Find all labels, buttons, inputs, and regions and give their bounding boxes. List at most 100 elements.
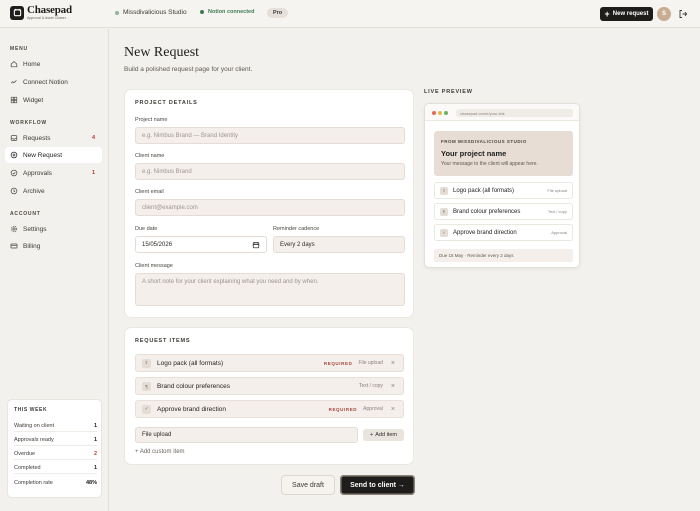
send-to-client-button[interactable]: Send to client → [340, 475, 415, 495]
request-items-card: REQUEST ITEMS ⇪ Logo pack (all formats) … [124, 327, 414, 465]
window-minimize-dot [438, 111, 442, 115]
grid-icon [10, 96, 18, 104]
plus-icon: + [604, 8, 610, 19]
remove-item-icon[interactable]: × [391, 406, 395, 413]
client-name-input[interactable]: e.g. Nimbus Brand [135, 163, 405, 180]
sidebar-item-label: Billing [23, 242, 41, 250]
stat-row: Waiting on client 1 [14, 421, 97, 432]
preview-item: ✓ Approve brand direction Approval [434, 224, 573, 241]
reminder-cadence-select[interactable]: Every 2 days [273, 236, 405, 253]
stat-row: Overdue 2 [14, 449, 97, 460]
add-custom-item-link[interactable]: + Add custom item [135, 449, 185, 455]
preview-message: Your message to the client will appear h… [441, 161, 538, 167]
preview-hero: FROM MISSDIVALICIOUS STUDIO Your project… [434, 131, 573, 176]
due-date-label: Due date [135, 226, 158, 232]
sidebar-item-requests[interactable]: Requests 4 [5, 130, 102, 146]
preview-item-name: Logo pack (all formats) [453, 187, 515, 194]
upload-icon: ⇪ [440, 186, 448, 195]
check-icon: ✓ [440, 228, 448, 237]
sidebar-item-connect-notion[interactable]: Connect Notion [5, 74, 102, 90]
studio-name: Missdivalicious Studio [123, 9, 187, 16]
clock-icon [10, 187, 18, 195]
card-title: REQUEST ITEMS [135, 338, 191, 344]
stat-label: Completed [14, 465, 41, 471]
required-badge: REQUIRED [323, 360, 353, 366]
app-name: Chasepad [27, 4, 72, 16]
window-maximize-dot [444, 111, 448, 115]
plus-icon: + [370, 432, 374, 438]
notion-status-text: Notion connected [208, 9, 255, 15]
sidebar-item-settings[interactable]: Settings [5, 221, 102, 237]
remove-item-icon[interactable]: × [391, 383, 395, 390]
workflow-section-label: WORKFLOW [10, 120, 47, 126]
live-preview-label: LIVE PREVIEW [424, 89, 473, 95]
sidebar-item-label: Connect Notion [23, 78, 68, 86]
item-type: File upload [358, 360, 383, 366]
window-close-dot [432, 111, 436, 115]
gear-icon [10, 225, 18, 233]
preview-project-title: Your project name [441, 149, 507, 158]
project-details-card: PROJECT DETAILS Project name e.g. Nimbus… [124, 89, 414, 318]
stat-value: 1 [93, 437, 97, 443]
sidebar-item-archive[interactable]: Archive [5, 183, 102, 199]
stat-label: Waiting on client [14, 423, 55, 429]
menu-section-label: MENU [10, 46, 28, 52]
preview-footer: Due 15 May · Reminder every 2 days [434, 249, 573, 262]
project-name-label: Project name [135, 117, 168, 123]
preview-item: ⇪ Logo pack (all formats) File upload [434, 182, 573, 199]
request-item-row[interactable]: ¶ Brand colour preferences Text / copy × [135, 377, 404, 395]
preview-item-name: Brand colour preferences [453, 208, 521, 215]
save-draft-button[interactable]: Save draft [281, 475, 335, 495]
required-badge: REQUIRED [328, 406, 358, 412]
sidebar-item-home[interactable]: Home [5, 56, 102, 72]
add-item-button[interactable]: + Add item [363, 429, 404, 441]
request-item-row[interactable]: ✓ Approve brand direction REQUIRED Appro… [135, 400, 404, 418]
approvals-count-badge: 1 [91, 170, 95, 176]
check-circle-icon [10, 169, 18, 177]
sidebar-item-label: Requests [23, 134, 51, 142]
preview-item: ¶ Brand colour preferences Text / copy [434, 203, 573, 220]
stat-row: Completion rate 48% [14, 477, 97, 488]
due-date-input[interactable]: 15/05/2026 [135, 236, 267, 253]
link-icon [10, 80, 17, 84]
chasepad-logo-icon [10, 5, 24, 20]
item-type: Approval [363, 406, 383, 412]
client-name-label: Client name [135, 153, 165, 159]
card-title: PROJECT DETAILS [135, 100, 198, 106]
client-email-input[interactable]: client@example.com [135, 199, 405, 216]
logo[interactable]: Chasepad Approval & Asset Chaser [10, 5, 72, 21]
sidebar-item-label: Widget [23, 96, 44, 104]
new-request-button[interactable]: + New request [600, 7, 653, 21]
preview-item-type: File upload [547, 188, 567, 193]
this-week-stats: THIS WEEK Waiting on client 1 Approvals … [7, 399, 102, 498]
page-subtitle: Build a polished request page for your c… [124, 66, 253, 73]
studio-status-dot [115, 10, 119, 15]
client-message-textarea[interactable]: A short note for your client explaining … [135, 273, 405, 306]
preview-item-type: Text / copy [547, 209, 567, 214]
client-email-label: Client email [135, 189, 164, 195]
logout-icon[interactable] [678, 9, 688, 19]
top-bar: Chasepad Approval & Asset Chaser Missdiv… [0, 0, 700, 28]
sidebar-item-new-request[interactable]: New Request [5, 147, 102, 163]
sidebar-item-label: Home [23, 60, 41, 68]
due-date-value: 15/05/2026 [142, 241, 173, 248]
browser-bar: chasepad.com/r/your-link [425, 104, 579, 121]
item-type-select[interactable]: File upload [135, 427, 358, 443]
sidebar-item-label: Archive [23, 187, 45, 195]
avatar[interactable]: S [657, 7, 671, 21]
live-preview-window: chasepad.com/r/your-link FROM MISSDIVALI… [424, 103, 580, 268]
project-name-input[interactable]: e.g. Nimbus Brand — Brand Identity [135, 127, 405, 144]
account-section-label: ACCOUNT [10, 211, 41, 217]
sidebar-item-billing[interactable]: Billing [5, 238, 102, 254]
upload-icon: ⇪ [142, 358, 151, 368]
remove-item-icon[interactable]: × [391, 360, 395, 367]
calendar-icon[interactable] [252, 241, 260, 249]
request-item-row[interactable]: ⇪ Logo pack (all formats) REQUIRED File … [135, 354, 404, 372]
sidebar-item-widget[interactable]: Widget [5, 92, 102, 108]
stat-value: 1 [93, 423, 97, 429]
stat-label: Completion rate [14, 479, 53, 486]
sidebar-item-approvals[interactable]: Approvals 1 [5, 165, 102, 181]
reminder-label: Reminder cadence [273, 226, 320, 232]
stat-row: Approvals ready 1 [14, 435, 97, 446]
card-icon [10, 243, 18, 249]
